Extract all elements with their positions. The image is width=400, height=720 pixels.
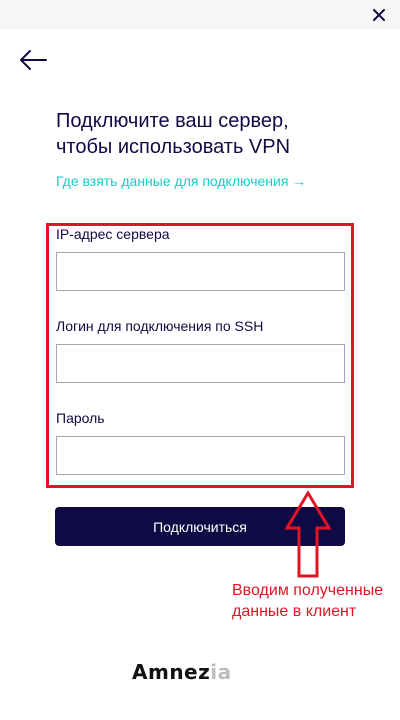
- logo-text-fade: ia: [210, 660, 232, 684]
- connection-help-link[interactable]: Где взять данные для подключения →: [56, 173, 306, 189]
- page-title-line-2: чтобы использовать VPN: [56, 136, 291, 158]
- window-titlebar: [0, 0, 400, 30]
- back-button[interactable]: [18, 48, 50, 72]
- setup-server-page: Подключите ваш сервер, чтобы использоват…: [0, 0, 400, 720]
- close-icon: [373, 9, 385, 21]
- page-title-line-1: Подключите ваш сервер,: [56, 110, 289, 132]
- ip-address-label: IP-адрес сервера: [56, 226, 170, 242]
- close-button[interactable]: [368, 4, 390, 26]
- password-input[interactable]: [56, 436, 345, 475]
- annotation-note: Вводим полученные данные в клиент: [232, 582, 384, 620]
- ip-address-input[interactable]: [56, 252, 345, 291]
- arrow-left-icon: [20, 50, 47, 70]
- ssh-login-input[interactable]: [56, 344, 345, 383]
- password-label: Пароль: [56, 410, 105, 426]
- logo-text-main: Amnez: [132, 660, 211, 684]
- arrow-up-icon: [284, 490, 332, 578]
- ssh-login-label: Логин для подключения по SSH: [56, 318, 264, 334]
- page-title: Подключите ваш сервер, чтобы использоват…: [56, 108, 366, 160]
- amnezia-logo: Amnezia: [132, 660, 232, 684]
